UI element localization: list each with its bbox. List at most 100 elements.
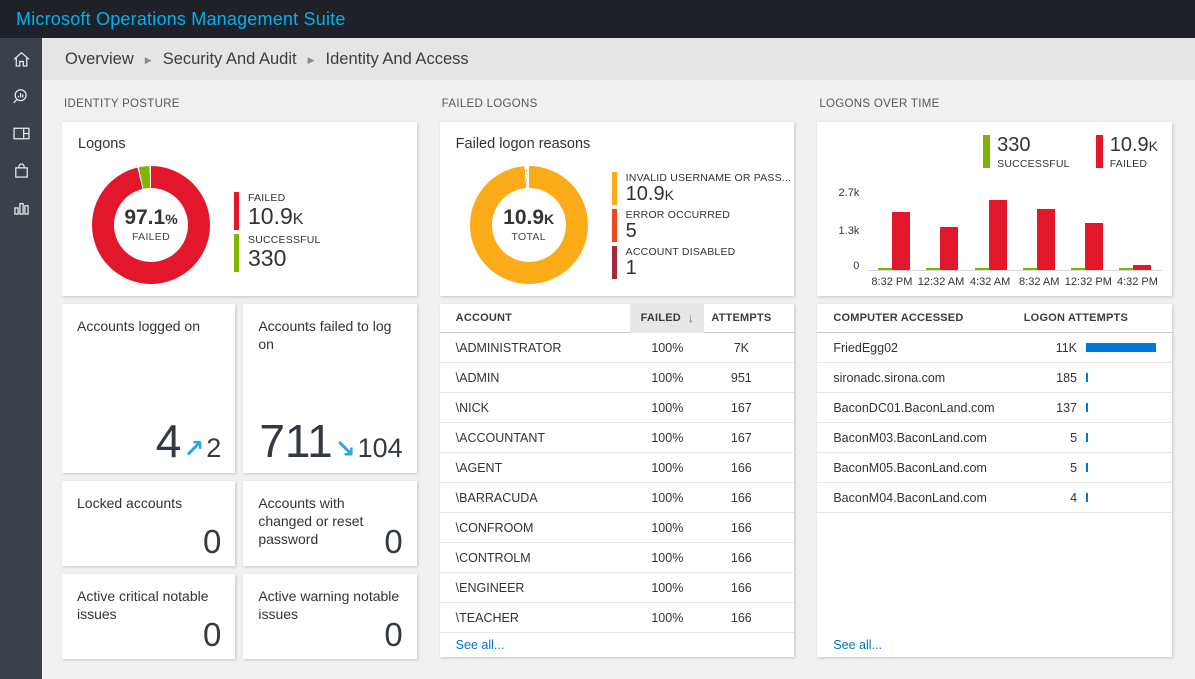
y-axis-tick: 2.7k [829, 187, 859, 199]
tile-accounts-failed-to-log-on[interactable]: Accounts failed to log on 711 ↘ 104 [243, 304, 416, 473]
legend-item: FAILED10.9K [234, 192, 321, 230]
failed-accounts-table-header: ACCOUNT FAILED ↓ ATTEMPTS [440, 304, 795, 333]
tile-active-critical-issues[interactable]: Active critical notable issues 0 [62, 574, 235, 659]
failed-account-row[interactable]: \ACCOUNTANT100%167 [440, 423, 795, 453]
legend-value: 10.9K [248, 204, 304, 228]
attempts-cell: 137 [1031, 401, 1077, 415]
failed-account-row[interactable]: \CONFROOM100%166 [440, 513, 795, 543]
account-cell: \ADMIN [456, 371, 631, 385]
legend-total: 330 [997, 135, 1070, 155]
account-cell: \TEACHER [456, 611, 631, 625]
failed-cell: 100% [630, 341, 704, 355]
tile-locked-accounts[interactable]: Locked accounts 0 [62, 481, 235, 566]
bar-group [871, 212, 917, 270]
tile-value: 0 [384, 524, 402, 560]
computer-accessed-row[interactable]: BaconDC01.BaconLand.com137 [817, 393, 1172, 423]
failed-account-row[interactable]: \ENGINEER100%166 [440, 573, 795, 603]
attempts-cell: 185 [1031, 371, 1077, 385]
account-cell: \BARRACUDA [456, 491, 631, 505]
dashboard-icon[interactable] [0, 115, 42, 152]
column-header-failed[interactable]: FAILED ↓ [630, 304, 704, 333]
computer-accessed-row[interactable]: FriedEgg0211K [817, 333, 1172, 363]
attempts-cell: 7K [704, 341, 778, 355]
column-header-attempts[interactable]: ATTEMPTS [704, 312, 778, 324]
attempts-cell: 166 [704, 581, 778, 595]
failed-account-row[interactable]: \BARRACUDA100%166 [440, 483, 795, 513]
account-cell: \ENGINEER [456, 581, 631, 595]
bar-group [1016, 209, 1062, 270]
attempts-cell: 11K [1031, 341, 1077, 355]
tile-accounts-changed-password[interactable]: Accounts with changed or reset password … [243, 481, 416, 566]
computer-accessed-row[interactable]: BaconM05.BaconLand.com5 [817, 453, 1172, 483]
column-header-account[interactable]: ACCOUNT [456, 312, 631, 324]
failed-reasons-legend: INVALID USERNAME OR PASS...10.9KERROR OC… [612, 172, 791, 283]
breadcrumb-item-overview[interactable]: Overview [65, 50, 134, 69]
breadcrumb-item-identity-and-access[interactable]: Identity And Access [326, 50, 469, 69]
column-header-computer-accessed[interactable]: COMPUTER ACCESSED [833, 312, 963, 324]
failed-cell: 100% [630, 461, 704, 475]
donut-center-label: FAILED [132, 231, 170, 243]
failed-accounts-table-card: ACCOUNT FAILED ↓ ATTEMPTS \ADMINISTRATOR… [440, 304, 795, 657]
failed-account-row[interactable]: \NICK100%167 [440, 393, 795, 423]
log-search-icon[interactable] [0, 78, 42, 115]
tile-title: Accounts failed to log on [258, 317, 401, 353]
tile-title: Accounts logged on [77, 317, 220, 335]
failed-cell: 100% [630, 431, 704, 445]
bar-group [1112, 265, 1158, 270]
legend-color-bar [612, 246, 617, 279]
trend-value: 2 [206, 433, 221, 464]
see-all-link[interactable]: See all... [817, 633, 1172, 657]
tile-title: Active warning notable issues [258, 587, 401, 623]
failed-account-row[interactable]: \AGENT100%166 [440, 453, 795, 483]
legend-label: ERROR OCCURRED [626, 209, 730, 221]
donut-center: 10.9K TOTAL [492, 188, 566, 262]
trend-up-icon: ↗ [183, 434, 204, 464]
computer-cell: BaconDC01.BaconLand.com [833, 401, 1031, 415]
computer-cell: BaconM04.BaconLand.com [833, 491, 1031, 505]
column-header-logon-attempts[interactable]: LOGON ATTEMPTS [1024, 312, 1156, 324]
failed-account-row[interactable]: \ADMIN100%951 [440, 363, 795, 393]
chevron-right-icon: ▶ [308, 53, 315, 66]
successful-bar [878, 268, 892, 270]
breadcrumb-item-security-and-audit[interactable]: Security And Audit [163, 50, 297, 69]
app-header: Microsoft Operations Management Suite [0, 0, 1195, 38]
attempts-cell: 951 [704, 371, 778, 385]
logons-legend: FAILED10.9KSUCCESSFUL330 [234, 192, 321, 276]
logons-donut-chart: 97.1% FAILED [92, 166, 210, 284]
computer-accessed-row[interactable]: sironadc.sirona.com185 [817, 363, 1172, 393]
bar-group [1064, 223, 1110, 270]
failed-logon-reasons-card[interactable]: Failed logon reasons 10.9K TOTAL INVALID… [440, 122, 795, 296]
usage-icon[interactable] [0, 189, 42, 226]
tile-accounts-logged-on[interactable]: Accounts logged on 4 ↗ 2 [62, 304, 235, 473]
see-all-link[interactable]: See all... [440, 633, 795, 657]
logons-card[interactable]: Logons 97.1% FAILED FAILED10.9KSUCCESSFU… [62, 122, 417, 296]
failed-reasons-donut-chart: 10.9K TOTAL [470, 166, 588, 284]
attempts-cell: 166 [704, 521, 778, 535]
successful-bar [1023, 268, 1037, 270]
account-cell: \CONTROLM [456, 551, 631, 565]
tile-value: 4 [156, 416, 182, 467]
tile-active-warning-issues[interactable]: Active warning notable issues 0 [243, 574, 416, 659]
computer-accessed-table-card: COMPUTER ACCESSED LOGON ATTEMPTS FriedEg… [817, 304, 1172, 657]
attempts-bar [1086, 433, 1156, 443]
solutions-gallery-icon[interactable] [0, 152, 42, 189]
computer-accessed-row[interactable]: BaconM04.BaconLand.com4 [817, 483, 1172, 513]
failed-bar [1133, 265, 1151, 270]
attempts-cell: 5 [1031, 431, 1077, 445]
legend-item: ACCOUNT DISABLED1 [612, 246, 791, 279]
failed-account-row[interactable]: \CONTROLM100%166 [440, 543, 795, 573]
computer-accessed-row[interactable]: BaconM03.BaconLand.com5 [817, 423, 1172, 453]
logons-over-time-card[interactable]: 330SUCCESSFUL10.9KFAILED 2.7k1.3k0 8:32 … [817, 122, 1172, 296]
failed-account-row[interactable]: \ADMINISTRATOR100%7K [440, 333, 795, 363]
failed-account-row[interactable]: \TEACHER100%166 [440, 603, 795, 633]
failed-bar [892, 212, 910, 270]
x-axis-label: 4:32 PM [1113, 276, 1162, 288]
reasons-card-title: Failed logon reasons [456, 136, 779, 152]
x-axis-label: 8:32 PM [867, 276, 916, 288]
home-icon[interactable] [0, 41, 42, 78]
section-title-logons-over-time: LOGONS OVER TIME [817, 80, 1172, 122]
successful-bar [975, 268, 989, 270]
successful-bar [1071, 268, 1085, 270]
attempts-bar [1086, 343, 1156, 353]
legend-value: 5 [626, 221, 730, 242]
